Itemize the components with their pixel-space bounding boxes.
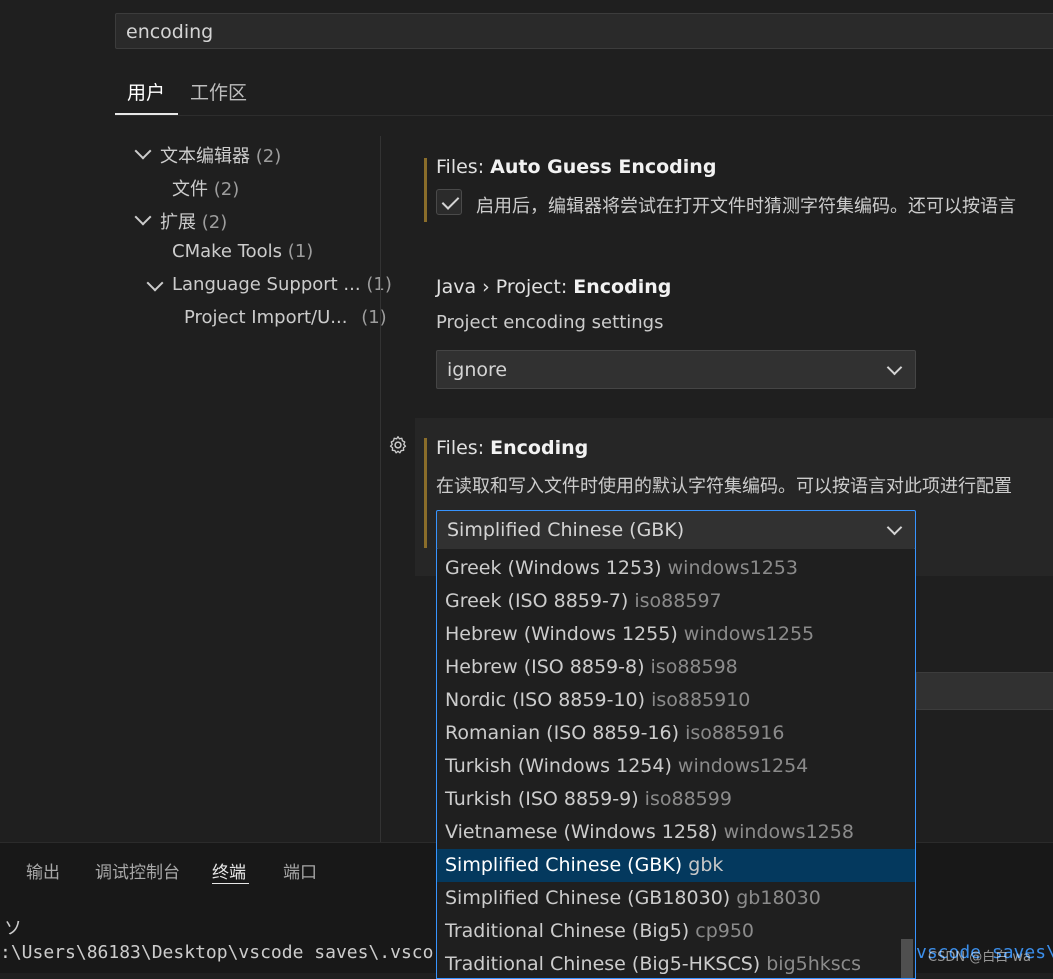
setting-name: Encoding bbox=[490, 437, 589, 459]
toc-item-label: 文件 bbox=[172, 179, 208, 200]
dropdown-option[interactable]: Simplified Chinese (GB18030) gb18030 bbox=[437, 882, 915, 915]
panel-tab-debug-console[interactable]: 调试控制台 bbox=[95, 858, 180, 883]
option-alias: iso885916 bbox=[685, 722, 785, 744]
chevron-down-icon bbox=[886, 359, 903, 376]
toc-divider bbox=[380, 136, 381, 846]
setting-title-auto-guess: Files: Auto Guess Encoding bbox=[436, 156, 716, 178]
option-alias: iso88598 bbox=[650, 656, 738, 678]
setting-description: 启用后，编辑器将尝试在打开文件时猜测字符集编码。还可以按语言 bbox=[476, 196, 1016, 217]
setting-title-java-project-encoding: Java › Project: Encoding bbox=[436, 276, 671, 298]
gear-icon[interactable] bbox=[388, 435, 408, 455]
option-alias: iso88597 bbox=[634, 590, 722, 612]
toc-item-files[interactable]: 文件 (2) bbox=[172, 175, 239, 201]
chevron-down-icon[interactable] bbox=[134, 208, 152, 226]
chevron-down-icon[interactable] bbox=[146, 274, 164, 292]
toc-item-count: (2) bbox=[255, 146, 282, 167]
tabs-divider bbox=[115, 115, 1053, 116]
settings-search-input[interactable]: encoding bbox=[115, 13, 1053, 49]
toc-item-label: Language Support ... bbox=[172, 274, 361, 295]
terminal-line: :\Users\86183\Desktop\vscode saves\.vsco bbox=[0, 942, 434, 963]
tab-workspace[interactable]: 工作区 bbox=[190, 78, 247, 115]
toc-item-extensions[interactable]: 扩展 (2) bbox=[160, 208, 227, 234]
setting-description: 在读取和写入文件时使用的默认字符集编码。可以按语言对此项进行配置 bbox=[436, 476, 1012, 497]
setting-category: Files: bbox=[436, 437, 491, 459]
option-alias: windows1254 bbox=[677, 755, 809, 777]
option-label: Hebrew (ISO 8859-8) bbox=[445, 656, 645, 678]
option-label: Hebrew (Windows 1255) bbox=[445, 623, 678, 645]
auto-guess-checkbox[interactable] bbox=[436, 189, 462, 215]
option-label: Greek (Windows 1253) bbox=[445, 557, 662, 579]
option-label: Greek (ISO 8859-7) bbox=[445, 590, 629, 612]
option-alias: gb18030 bbox=[736, 887, 821, 909]
option-label: Traditional Chinese (Big5) bbox=[445, 920, 690, 942]
dropdown-option[interactable]: Greek (ISO 8859-7) iso88597 bbox=[437, 585, 915, 618]
modified-indicator bbox=[424, 438, 427, 548]
option-alias: iso88599 bbox=[644, 788, 732, 810]
toc-item-count: (2) bbox=[213, 179, 240, 200]
watermark: CSDN @白白 wa bbox=[928, 950, 1031, 965]
encoding-dropdown-list[interactable]: Greek (Windows 1253) windows1253 Greek (I… bbox=[436, 549, 916, 979]
option-label: Vietnamese (Windows 1258) bbox=[445, 821, 718, 843]
panel-tab-terminal[interactable]: 终端 bbox=[212, 858, 246, 883]
option-alias: gbk bbox=[688, 854, 724, 876]
panel-tab-output[interactable]: 输出 bbox=[26, 858, 60, 883]
toc-item-count: (1) bbox=[287, 241, 314, 262]
toc-item-label: CMake Tools bbox=[172, 241, 283, 262]
files-encoding-select[interactable]: Simplified Chinese (GBK) bbox=[436, 510, 916, 550]
toc-item-cmake-tools[interactable]: CMake Tools (1) bbox=[172, 241, 313, 262]
dropdown-scrollbar[interactable] bbox=[901, 939, 913, 978]
option-label: Simplified Chinese (GB18030) bbox=[445, 887, 731, 909]
dropdown-option[interactable]: Turkish (Windows 1254) windows1254 bbox=[437, 750, 915, 783]
option-alias: windows1253 bbox=[667, 557, 798, 579]
setting-category: Files: bbox=[436, 156, 491, 178]
setting-name: Encoding bbox=[573, 276, 672, 298]
option-label: Romanian (ISO 8859-16) bbox=[445, 722, 680, 744]
active-panel-tab-indicator bbox=[212, 883, 249, 884]
dropdown-option[interactable]: Romanian (ISO 8859-16) iso885916 bbox=[437, 717, 915, 750]
dropdown-option[interactable]: Vietnamese (Windows 1258) windows1258 bbox=[437, 816, 915, 849]
option-label: Nordic (ISO 8859-10) bbox=[445, 689, 646, 711]
option-alias: iso885910 bbox=[651, 689, 751, 711]
dropdown-option[interactable]: Traditional Chinese (Big5) cp950 bbox=[437, 915, 915, 948]
partial-setting-input[interactable] bbox=[916, 672, 1053, 710]
dropdown-option[interactable]: Greek (Windows 1253) windows1253 bbox=[437, 552, 915, 585]
dropdown-option[interactable]: Nordic (ISO 8859-10) iso885910 bbox=[437, 684, 915, 717]
tab-user[interactable]: 用户 bbox=[127, 78, 165, 115]
search-input-value: encoding bbox=[126, 21, 214, 43]
select-value: ignore bbox=[447, 359, 508, 381]
toc-item-label: Project Import/U... bbox=[184, 307, 348, 328]
dropdown-option[interactable]: Traditional Chinese (Big5-HKSCS) big5hks… bbox=[437, 948, 915, 978]
dropdown-option[interactable]: Simplified Chinese (GBK) gbk bbox=[437, 849, 915, 882]
option-label: Simplified Chinese (GBK) bbox=[445, 854, 683, 876]
chevron-down-icon bbox=[886, 519, 903, 536]
toc-item-label: 扩展 bbox=[160, 212, 196, 233]
terminal-line: ソ bbox=[4, 918, 22, 939]
checkmark-icon bbox=[441, 192, 460, 210]
option-label: Turkish (ISO 8859-9) bbox=[445, 788, 639, 810]
toc-item-count: (1) bbox=[361, 307, 387, 328]
setting-title-files-encoding: Files: Encoding bbox=[436, 437, 588, 459]
toc-item-project-import[interactable]: Project Import/U... (1) bbox=[184, 307, 387, 328]
setting-description: Project encoding settings bbox=[436, 312, 664, 333]
dropdown-option[interactable]: Turkish (ISO 8859-9) iso88599 bbox=[437, 783, 915, 816]
option-label: Turkish (Windows 1254) bbox=[445, 755, 672, 777]
toc-item-label: 文本编辑器 bbox=[160, 146, 250, 167]
dropdown-option[interactable]: Hebrew (ISO 8859-8) iso88598 bbox=[437, 651, 915, 684]
modified-indicator bbox=[424, 158, 427, 222]
chevron-down-icon[interactable] bbox=[134, 142, 152, 160]
java-project-encoding-select[interactable]: ignore bbox=[436, 350, 916, 389]
option-alias: windows1258 bbox=[723, 821, 854, 843]
setting-name: Auto Guess Encoding bbox=[490, 156, 717, 178]
option-alias: cp950 bbox=[695, 920, 755, 942]
select-value: Simplified Chinese (GBK) bbox=[447, 519, 685, 541]
toc-item-language-support[interactable]: Language Support ... (1) bbox=[172, 274, 392, 295]
toc-item-text-editor[interactable]: 文本编辑器 (2) bbox=[160, 142, 281, 168]
option-alias: windows1255 bbox=[683, 623, 815, 645]
toc-item-count: (2) bbox=[201, 212, 228, 233]
dropdown-option[interactable]: Hebrew (Windows 1255) windows1255 bbox=[437, 618, 915, 651]
panel-tab-ports[interactable]: 端口 bbox=[283, 858, 317, 883]
setting-category: Java › Project: bbox=[436, 276, 574, 298]
